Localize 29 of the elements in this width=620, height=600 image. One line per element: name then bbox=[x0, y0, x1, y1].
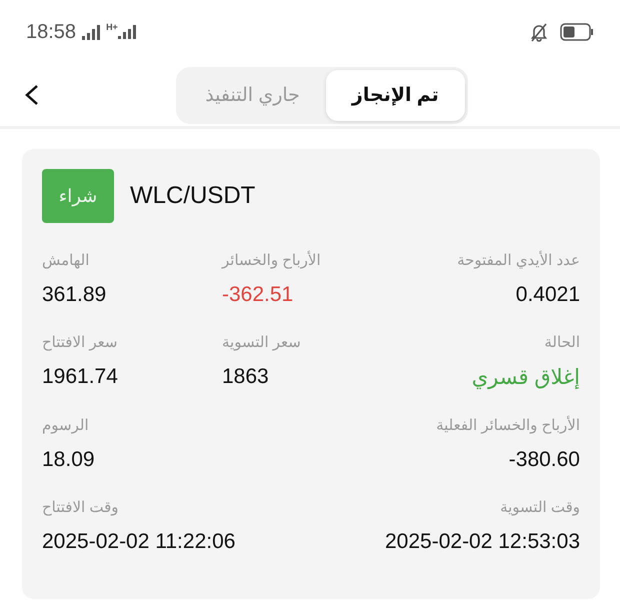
clock-time: 18:58 bbox=[26, 20, 76, 44]
field-value: 0.4021 bbox=[516, 283, 580, 307]
signal-icon bbox=[118, 25, 136, 39]
field-value: 2025-02-02 12:53:03 bbox=[385, 530, 580, 554]
field-label: وقت الافتتاح bbox=[42, 498, 119, 516]
signal-icon bbox=[82, 24, 102, 40]
network-type: H+ bbox=[106, 22, 118, 32]
bell-muted-icon bbox=[530, 22, 548, 42]
tab[interactable]: تم الإنجاز bbox=[326, 70, 465, 120]
field-value: 1961.74 bbox=[42, 365, 118, 389]
field-label: الرسوم bbox=[42, 416, 89, 434]
field-label: الأرباح والخسائر bbox=[222, 251, 321, 269]
field-value: 18.09 bbox=[42, 448, 95, 472]
field-value: -362.51 bbox=[222, 283, 294, 307]
field-value: -380.60 bbox=[508, 448, 580, 472]
field-label: الأرباح والخسائر الفعلية bbox=[436, 416, 580, 434]
field-label: سعر التسوية bbox=[222, 333, 301, 351]
field-label: الهامش bbox=[42, 251, 90, 269]
field-label: عدد الأيدي المفتوحة bbox=[457, 251, 580, 269]
field-value: إغلاق قسري bbox=[472, 365, 580, 390]
field-label: وقت التسوية bbox=[500, 498, 580, 516]
field-value: 361.89 bbox=[42, 283, 106, 307]
field-label: الحالة bbox=[544, 333, 580, 351]
field-label: سعر الافتتاح bbox=[42, 333, 118, 351]
battery-icon bbox=[560, 23, 594, 41]
field-value: 1863 bbox=[222, 365, 269, 389]
trading-pair: WLC/USDT bbox=[130, 182, 256, 210]
buy-badge: شراء bbox=[42, 169, 114, 223]
field-value: 2025-02-02 11:22:06 bbox=[42, 530, 236, 554]
